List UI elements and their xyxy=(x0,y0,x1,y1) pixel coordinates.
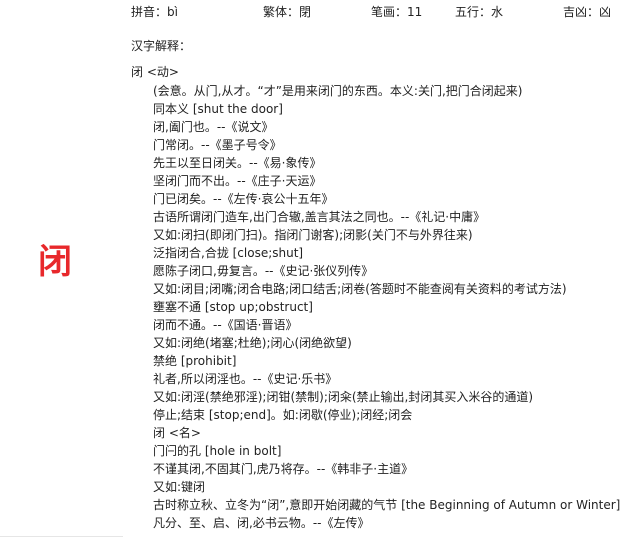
definition-line: 愿陈子闭口,毋复言。--《史记·张仪列传》 xyxy=(153,264,374,278)
character-display: 闭 xyxy=(38,242,72,282)
definition-list: (会意。从门,从才。“才”是用来闭门的东西。本义:关门,把门合闭起来) 同本义 … xyxy=(153,82,641,532)
definition-line: 停止;结束 [stop;end]。如:闭歇(停业);闭经;闭会 xyxy=(153,408,413,422)
definition-line: 闭而不通。--《国语·晋语》 xyxy=(153,318,298,332)
entry-head: 闭 <动> xyxy=(131,65,179,79)
definition-line: 古语所谓闭门造车,出门合辙,盖言其法之同也。--《礼记·中庸》 xyxy=(153,210,486,224)
definition-line: 古时称立秋、立冬为“闭”,意即开始闭藏的气节 [the Beginning of… xyxy=(153,498,621,512)
definition-line: 坚闭门而不出。--《庄子·天运》 xyxy=(153,174,322,188)
definition-line: 礼者,所以闭淫也。--《史记·乐书》 xyxy=(153,372,338,386)
definition-line: 门常闭。--《墨子号令》 xyxy=(153,138,282,152)
definition-line: 闭,阖门也。--《说文》 xyxy=(153,120,274,134)
pinyin-info: 拼音：bì xyxy=(131,5,178,19)
definition-line: 壅塞不通 [stop up;obstruct] xyxy=(153,300,313,314)
definition-line: 凡分、至、启、闭,必书云物。--《左传》 xyxy=(153,516,370,530)
element-info: 五行：水 xyxy=(455,5,504,19)
divider xyxy=(0,536,123,537)
definition-line: 同本义 [shut the door] xyxy=(153,102,283,116)
definition-line: 不谨其闭,不固其门,虎乃将存。--《韩非子·主道》 xyxy=(153,462,414,476)
definition-line: 又如:键闭 xyxy=(153,480,206,494)
section-title: 汉字解释： xyxy=(131,39,192,53)
definition-line: 闭 <名> xyxy=(153,426,201,440)
definition-line: 又如:闭绝(堵塞;杜绝);闭心(闭绝欲望) xyxy=(153,336,352,350)
definition-line: 又如:闭扫(即闭门扫)。指闭门谢客);闭影(关门不与外界往来) xyxy=(153,228,473,242)
definition-line: 又如:闭淫(禁绝邪淫);闭钳(禁制);闭籴(禁止输出,封闭其买入米谷的通道) xyxy=(153,390,534,404)
fortune-info: 吉凶：凶 xyxy=(563,5,612,19)
strokes-info: 笔画：11 xyxy=(371,5,423,19)
traditional-info: 繁体：閉 xyxy=(263,5,312,19)
definition-line: 门已闭矣。--《左传·哀公十五年》 xyxy=(153,192,334,206)
definition-line: 先王以至日闭关。--《易·象传》 xyxy=(153,156,322,170)
definition-line: 门闩的孔 [hole in bolt] xyxy=(153,444,282,458)
definition-line: 泛指闭合,合拢 [close;shut] xyxy=(153,246,304,260)
definition-line: 又如:闭目;闭嘴;闭合电路;闭口结舌;闭卷(答题时不能查阅有关资料的考试方法) xyxy=(153,282,567,296)
definition-line: 禁绝 [prohibit] xyxy=(153,354,237,368)
definition-line: (会意。从门,从才。“才”是用来闭门的东西。本义:关门,把门合闭起来) xyxy=(153,84,523,98)
